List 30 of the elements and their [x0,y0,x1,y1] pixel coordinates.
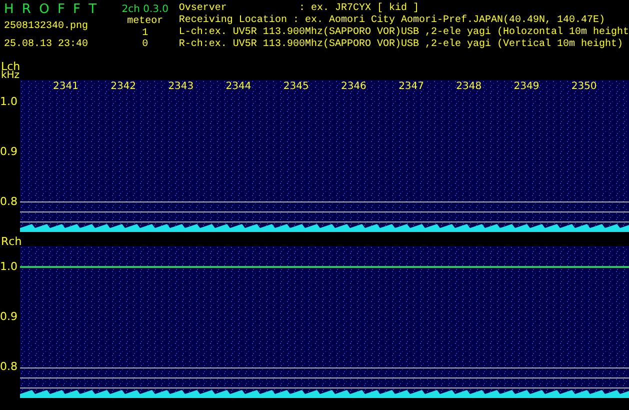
time-label: 2345 [283,80,310,94]
time-label: 2347 [398,80,426,94]
time-label: 2344 [226,80,252,94]
info-line: Ovserver : ex. JR7CYX [ kid ] [178,3,420,14]
axis-label: 0.9 [0,310,18,323]
info-line: R-ch:ex. UV5R 113.900Mhz(SAPPORO VOR)USB ,2-ele yagi (Vertical 10m height) [178,39,624,51]
axis-label: 0.8 [0,195,18,208]
time-label: 2342 [110,80,138,94]
axis-label: 1.0 [0,95,18,108]
time-label: 2350 [571,80,598,94]
info-line: L-ch:ex. UV5R 113.900Mhz(SAPPORO VOR)USB ,2-ele yagi (Holozontal 10m height [178,27,629,38]
meteor-count: 0 [142,39,148,50]
time-label: 2348 [456,80,483,94]
axis-label: 0.9 [0,145,18,158]
axis-label: 1.0 [0,260,18,273]
time-label: 2346 [340,80,368,94]
channel-label: Lch [1,62,22,71]
time-label: 2343 [168,80,195,94]
info-line: Receiving Location : ex. Aomori City Aomori-Pref.JAPAN(40.49N, 140.47E) [178,15,606,26]
meteor-count: 1 [142,28,148,39]
version-label: 2ch 0.3.0 [122,3,169,16]
axis-label: 0.8 [0,360,18,373]
unit-label: kHz [1,71,21,80]
time-label: 2341 [53,80,80,94]
file-name: 2508132340.png [4,21,90,33]
channel-label: Rch [1,237,23,246]
app-title: H R O F F T [4,3,98,17]
timestamp: 25.08.13 23:40 [4,39,90,51]
time-label: 2349 [514,80,540,94]
meteor-label: meteor [127,16,164,28]
